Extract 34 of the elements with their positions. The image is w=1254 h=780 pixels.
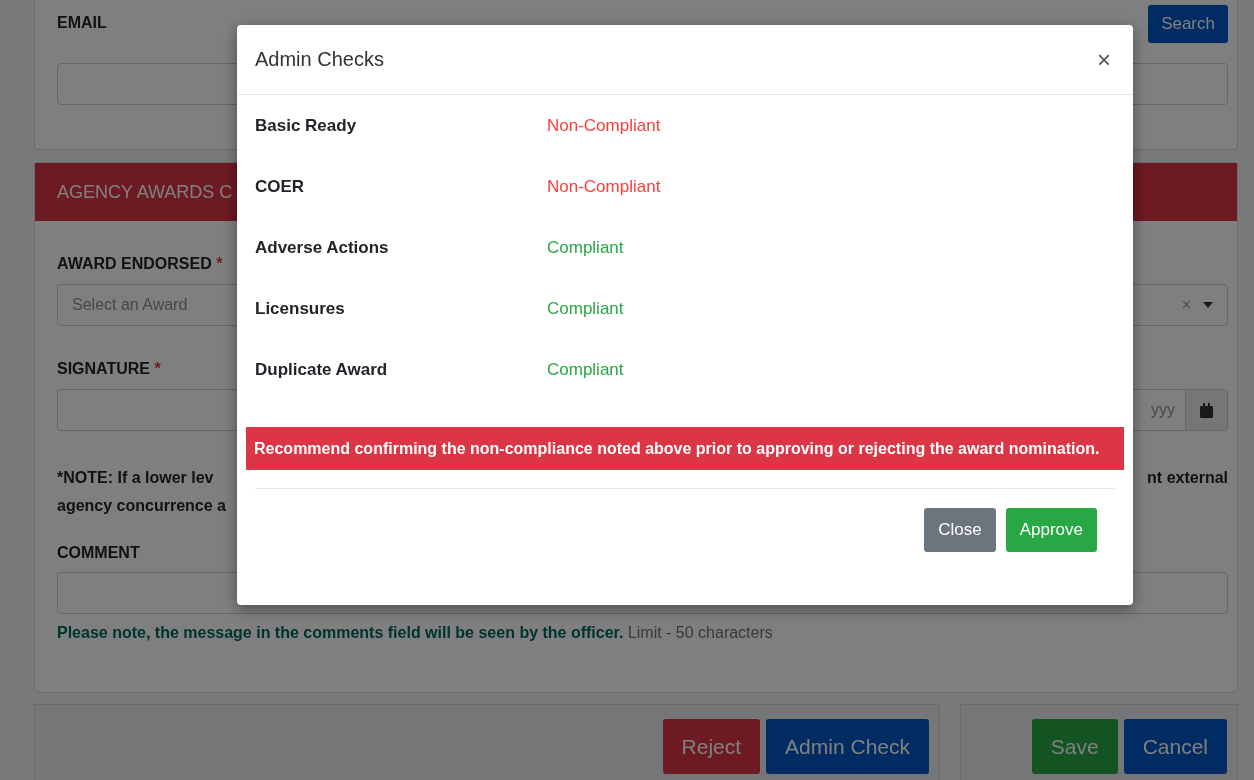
required-mark: * — [154, 360, 161, 377]
approve-button[interactable]: Approve — [1005, 508, 1097, 552]
check-status: Compliant — [547, 299, 624, 319]
reject-button[interactable]: Reject — [662, 719, 761, 774]
signature-label: SIGNATURE — [57, 360, 151, 377]
email-label: EMAIL — [57, 14, 107, 32]
select-placeholder: Select an Award — [72, 296, 188, 314]
note-text: nt external — [1147, 468, 1228, 488]
caret-icon — [1203, 302, 1213, 308]
calendar-icon — [1200, 402, 1213, 418]
section-title: AGENCY AWARDS C — [57, 181, 233, 203]
admin-check-button[interactable]: Admin Check — [766, 719, 929, 774]
check-status: Compliant — [547, 238, 624, 258]
warning-alert: Recommend confirming the non-compliance noted above prior to approving or rejecting the award nomination. — [246, 427, 1124, 470]
save-button[interactable]: Save — [1031, 719, 1118, 774]
check-label: Duplicate Award — [255, 360, 389, 380]
check-status: Non-Compliant — [547, 116, 661, 136]
comment-label: COMMENT — [57, 544, 141, 562]
check-label: Basic Ready — [255, 116, 358, 136]
check-status: Compliant — [547, 360, 624, 380]
close-button[interactable]: Close — [924, 508, 996, 552]
check-label: COER — [255, 177, 306, 197]
clear-icon[interactable]: × — [1181, 296, 1191, 314]
calendar-button[interactable] — [1185, 389, 1228, 431]
cancel-button[interactable]: Cancel — [1123, 719, 1227, 774]
award-label: AWARD ENDORSED — [57, 255, 212, 272]
check-status: Non-Compliant — [547, 177, 661, 197]
check-label: Adverse Actions — [255, 238, 390, 258]
comment-help-text: Please note, the message in the comments field will be seen by the officer. Limit - 50 characters — [57, 624, 774, 642]
required-mark: * — [216, 255, 223, 272]
check-label: Licensures — [255, 299, 346, 319]
search-button[interactable]: Search — [1148, 5, 1228, 43]
modal-title: Admin Checks — [255, 48, 384, 71]
note-text: *NOTE: If a lower lev agency concurrence a — [57, 468, 227, 516]
